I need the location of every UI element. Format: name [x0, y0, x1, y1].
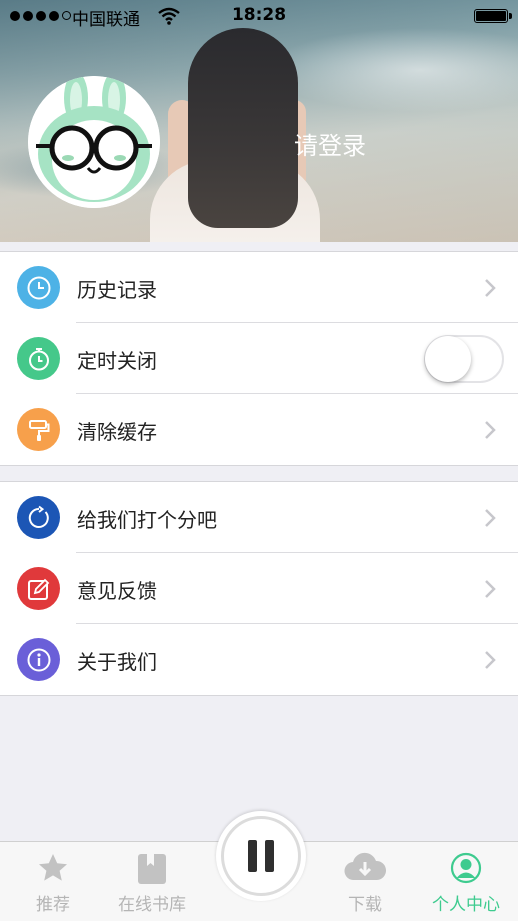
- timer-toggle[interactable]: [424, 335, 504, 383]
- avatar[interactable]: [28, 76, 160, 208]
- tab-label: 个人中心: [432, 895, 500, 915]
- menu-row-about[interactable]: 关于我们: [0, 624, 518, 695]
- chevron-right-icon: [484, 278, 496, 302]
- star-icon: [37, 852, 69, 888]
- chevron-right-icon: [484, 508, 496, 532]
- rabbit-avatar-icon: [28, 76, 160, 208]
- menu-row-label: 历史记录: [77, 278, 157, 302]
- settings-group: 历史记录 定时关闭 清除缓存: [0, 251, 518, 466]
- profile-header: 中国联通 18:28 请登录: [0, 0, 518, 242]
- paint-roller-icon: [17, 408, 60, 451]
- status-time: 18:28: [231, 5, 287, 25]
- tab-recommend[interactable]: 推荐: [10, 842, 96, 921]
- info-icon: [17, 638, 60, 681]
- menu-row-rate[interactable]: 给我们打个分吧: [0, 482, 518, 553]
- menu-row-label: 给我们打个分吧: [77, 508, 217, 532]
- menu-row-label: 定时关闭: [77, 349, 157, 373]
- tab-personal-center[interactable]: 个人中心: [420, 842, 512, 921]
- menu-row-clear-cache[interactable]: 清除缓存: [0, 394, 518, 465]
- tab-label: 在线书库: [118, 895, 186, 915]
- pause-icon: [221, 816, 301, 896]
- feedback-icon: [17, 567, 60, 610]
- about-group: 给我们打个分吧 意见反馈 关于我们: [0, 481, 518, 696]
- player-pause-button[interactable]: [216, 811, 306, 901]
- battery-icon: [474, 9, 512, 23]
- cloud-download-icon: [344, 852, 387, 886]
- photo-figure-hair: [188, 28, 298, 228]
- book-icon: [136, 852, 168, 890]
- login-link[interactable]: 请登录: [294, 126, 366, 161]
- timer-icon: [17, 337, 60, 380]
- clock-icon: [17, 266, 60, 309]
- tab-label: 下载: [348, 895, 382, 915]
- menu-row-label: 关于我们: [77, 650, 157, 674]
- menu-row-label: 清除缓存: [77, 420, 157, 444]
- chevron-right-icon: [484, 420, 496, 444]
- person-icon: [450, 852, 482, 888]
- tab-label: 推荐: [36, 895, 70, 915]
- menu-row-history[interactable]: 历史记录: [0, 252, 518, 323]
- tab-download[interactable]: 下载: [322, 842, 408, 921]
- menu-row-feedback[interactable]: 意见反馈: [0, 553, 518, 624]
- menu-row-timer: 定时关闭: [0, 323, 518, 394]
- tab-online-library[interactable]: 在线书库: [108, 842, 196, 921]
- menu-row-label: 意见反馈: [77, 579, 157, 603]
- rate-icon: [17, 496, 60, 539]
- chevron-right-icon: [484, 579, 496, 603]
- chevron-right-icon: [484, 650, 496, 674]
- status-bar: 中国联通 18:28: [0, 0, 518, 34]
